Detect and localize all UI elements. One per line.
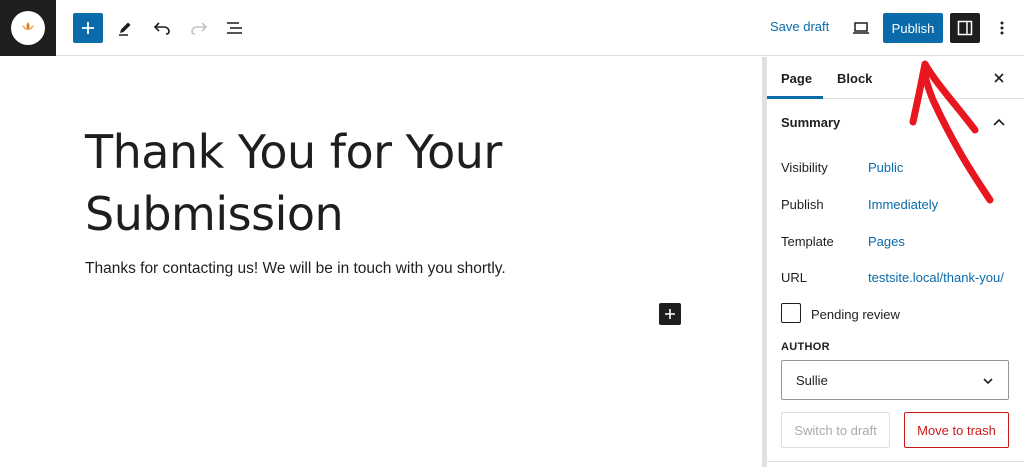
tab-block[interactable]: Block — [837, 71, 872, 86]
editor-top-bar: Save draft Publish — [0, 0, 1024, 56]
save-draft-button[interactable]: Save draft — [770, 19, 829, 34]
chevron-up-icon — [993, 118, 1005, 126]
switch-to-draft-button[interactable]: Switch to draft — [781, 412, 890, 448]
undo-button[interactable] — [147, 13, 177, 43]
pencil-icon — [119, 22, 131, 36]
close-icon — [994, 73, 1004, 83]
author-selected-value: Sullie — [796, 372, 828, 388]
pending-review-checkbox[interactable] — [781, 303, 801, 323]
site-logo[interactable] — [0, 0, 56, 56]
publish-label: Publish — [781, 197, 824, 212]
logo-text — [28, 32, 29, 35]
block-inserter-button[interactable] — [659, 303, 681, 325]
author-select[interactable]: Sullie — [781, 360, 1009, 400]
settings-toggle-button[interactable] — [950, 13, 980, 43]
sidebar-settings-icon — [957, 20, 973, 36]
close-sidebar-button[interactable] — [989, 68, 1009, 88]
sidebar-tabs: Page Block — [767, 57, 1024, 99]
logo-emblem — [11, 11, 45, 45]
active-tab-indicator — [767, 96, 823, 99]
redo-icon — [191, 22, 208, 35]
redo-button[interactable] — [184, 13, 214, 43]
pending-review-label[interactable]: Pending review — [811, 307, 900, 322]
undo-icon — [153, 22, 170, 35]
visibility-value[interactable]: Public — [868, 160, 903, 175]
paragraph-block[interactable]: Thanks for contacting us! We will be in … — [85, 260, 506, 278]
template-label: Template — [781, 234, 834, 249]
publish-button[interactable]: Publish — [883, 13, 943, 43]
plus-icon — [665, 309, 675, 319]
lotus-icon — [22, 22, 34, 30]
tools-button[interactable] — [110, 13, 140, 43]
publish-date-value[interactable]: Immediately — [868, 197, 938, 212]
sidebar-section-divider — [767, 461, 1024, 462]
url-value[interactable]: testsite.local/thank-you/ — [868, 270, 1004, 285]
editor-canvas[interactable]: Thank You for Your Submission Thanks for… — [0, 57, 762, 467]
page-title[interactable]: Thank You for Your Submission — [85, 121, 585, 245]
list-view-button[interactable] — [220, 13, 250, 43]
plus-icon — [82, 22, 94, 34]
summary-collapse-toggle[interactable] — [989, 112, 1009, 132]
template-value[interactable]: Pages — [868, 234, 905, 249]
more-vertical-icon — [1000, 21, 1004, 35]
preview-button[interactable] — [846, 13, 876, 43]
laptop-preview-icon — [853, 22, 869, 34]
list-view-icon — [227, 22, 242, 34]
url-label: URL — [781, 270, 808, 285]
tab-page[interactable]: Page — [781, 71, 812, 86]
add-block-button[interactable] — [73, 13, 103, 43]
author-label: AUTHOR — [781, 341, 830, 353]
chevron-down-icon — [983, 378, 993, 385]
summary-panel-heading[interactable]: Summary — [781, 115, 840, 130]
visibility-label: Visibility — [781, 160, 828, 175]
move-to-trash-button[interactable]: Move to trash — [904, 412, 1009, 448]
settings-sidebar: Page Block Summary Visibility Public Pub… — [767, 57, 1024, 467]
options-button[interactable] — [987, 13, 1017, 43]
